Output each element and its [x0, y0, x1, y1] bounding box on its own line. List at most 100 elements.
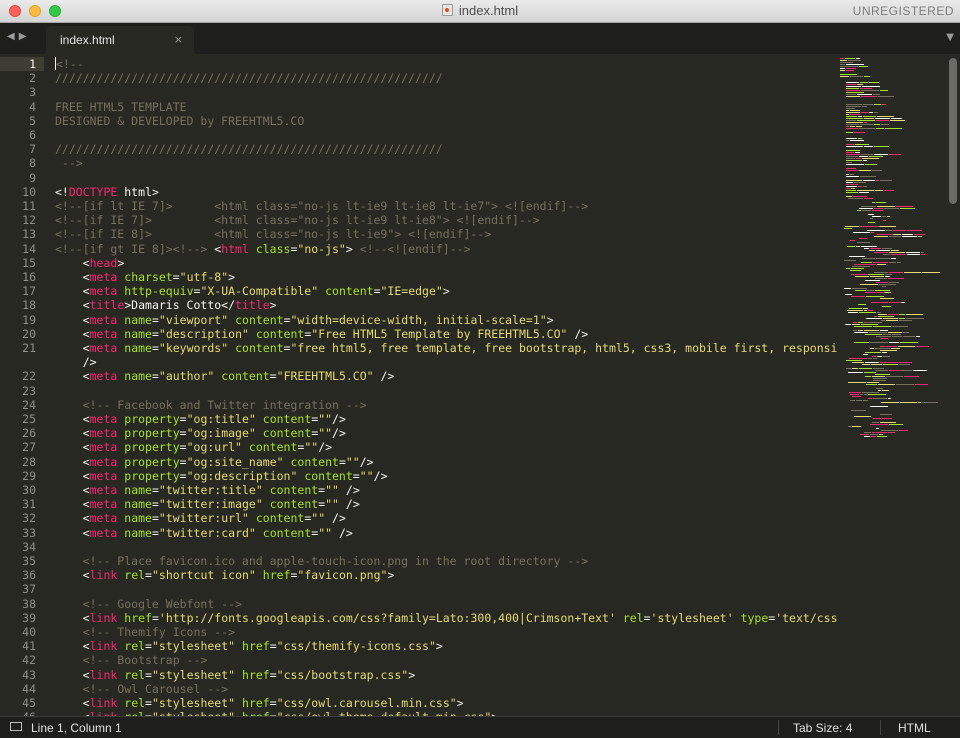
code-text: DESIGNED & DEVELOPED by FREEHTML5.CO — [55, 114, 304, 128]
minimap-stroke — [846, 124, 859, 126]
code-token: FREE HTML5 TEMPLATE — [55, 99, 187, 114]
code-token: < — [55, 610, 90, 625]
line-number: 7 — [29, 142, 36, 157]
tab-label: index.html — [60, 33, 115, 47]
code-token: 'text/css' — [775, 610, 838, 625]
minimap-stroke — [875, 190, 883, 192]
line-number: 19 — [22, 312, 36, 327]
minimap-stroke — [872, 422, 879, 424]
code-token: content — [221, 369, 270, 384]
minimap-stroke — [865, 334, 882, 336]
code-text: <meta name="twitter:url" content="" /> — [55, 511, 346, 525]
minimap-stroke — [850, 184, 854, 186]
minimap-stroke — [864, 198, 873, 200]
minimap-stroke — [883, 334, 891, 336]
code-view[interactable]: 1 <!-- 2 //////////////////////////////////… — [0, 54, 838, 716]
minimap-stroke — [867, 382, 879, 384]
code-token: rel — [622, 610, 644, 625]
line-number: 18 — [22, 298, 36, 313]
minimap-stroke — [857, 94, 872, 96]
minimap-stroke — [864, 122, 867, 124]
minimap-stroke — [851, 188, 855, 190]
minimap-stroke — [857, 210, 861, 212]
minimap-stroke — [849, 256, 865, 258]
chevron-right-icon[interactable]: ▶ — [19, 31, 31, 42]
code-text: <link rel="stylesheet" href="css/owl.car… — [55, 696, 464, 710]
minimap-stroke — [903, 332, 909, 334]
code-token: < — [55, 255, 90, 270]
minimap-stroke — [870, 424, 888, 426]
minimap-stroke — [846, 68, 856, 70]
code-token: content — [235, 341, 284, 355]
chevron-down-icon[interactable]: ▼ — [946, 32, 954, 43]
line-number: 14 — [22, 241, 36, 256]
vertical-scrollbar[interactable] — [949, 58, 957, 204]
minimap-stroke — [864, 330, 879, 332]
minimap-stroke — [876, 128, 884, 130]
tab-size-selector[interactable]: Tab Size: 4 — [793, 721, 852, 735]
minimap-stroke — [880, 90, 888, 92]
status-divider — [880, 720, 881, 735]
minimap[interactable] — [838, 54, 948, 716]
code-text: <meta name="twitter:image" content="" /> — [55, 497, 360, 511]
code-token: link — [89, 568, 118, 583]
window-title-text: index.html — [458, 3, 519, 18]
close-tab-icon[interactable]: × — [174, 33, 183, 46]
minimap-stroke — [893, 234, 901, 236]
minimap-stroke — [856, 58, 860, 60]
minimap-stroke — [878, 96, 894, 98]
line-number: 34 — [22, 539, 36, 554]
minimap-stroke — [846, 170, 858, 172]
minimap-stroke — [875, 348, 890, 350]
minimap-stroke — [846, 132, 853, 134]
line-number: 12 — [22, 213, 36, 228]
minimap-stroke — [906, 318, 924, 320]
editor-area[interactable]: 1 <!-- 2 //////////////////////////////////… — [0, 54, 960, 716]
code-token: < — [55, 696, 90, 710]
minimap-stroke — [884, 208, 899, 210]
line-number: 39 — [22, 610, 36, 625]
minimap-stroke — [866, 318, 882, 320]
minimap-stroke — [879, 226, 896, 228]
tab-index-html[interactable]: index.html × — [46, 26, 194, 54]
line-number: 25 — [22, 412, 36, 426]
minimap-stroke — [840, 76, 849, 78]
syntax-selector[interactable]: HTML — [898, 721, 931, 735]
line-number: 44 — [22, 681, 36, 696]
minimap-stroke — [846, 174, 849, 176]
code-token: > — [442, 284, 450, 299]
code-token: "" — [304, 440, 319, 455]
minimap-stroke — [880, 298, 894, 300]
code-text: <meta name="twitter:title" content="" /> — [55, 483, 360, 497]
code-token: "IE=edge" — [380, 284, 443, 299]
code-text: <link rel="shortcut icon" href="favicon.… — [55, 568, 395, 583]
panel-toggle-icon[interactable] — [10, 722, 22, 731]
minimap-stroke — [859, 66, 868, 68]
minimap-stroke — [877, 292, 883, 294]
minimap-stroke — [874, 146, 889, 148]
code-token: meta — [89, 284, 118, 299]
code-token: < — [55, 341, 90, 355]
code-token: name — [124, 369, 152, 384]
chevron-left-icon[interactable]: ◀ — [7, 31, 19, 42]
minimap-stroke — [850, 240, 855, 242]
code-token: content — [262, 525, 312, 540]
code-text: <meta name="description" content="Free H… — [55, 327, 589, 341]
code-token: "og:description" — [186, 468, 298, 483]
code-token: rel — [124, 568, 146, 583]
minimap-stroke — [859, 312, 876, 314]
minimap-stroke — [846, 188, 850, 190]
code-token: "shortcut icon" — [151, 568, 256, 583]
line-number: 29 — [22, 468, 36, 483]
code-token: "css/bootstrap.css" — [276, 667, 409, 682]
minimap-stroke — [846, 122, 863, 124]
code-token: "css/owl.carousel.min.css" — [276, 696, 457, 710]
code-token: <!--<![endif]--> — [359, 241, 471, 256]
line-number: 22 — [22, 369, 36, 384]
code-token: meta — [89, 511, 118, 526]
minimap-stroke — [862, 86, 880, 88]
minimap-stroke — [864, 432, 871, 434]
minimap-stroke — [872, 356, 876, 358]
minimap-stroke — [879, 434, 883, 436]
